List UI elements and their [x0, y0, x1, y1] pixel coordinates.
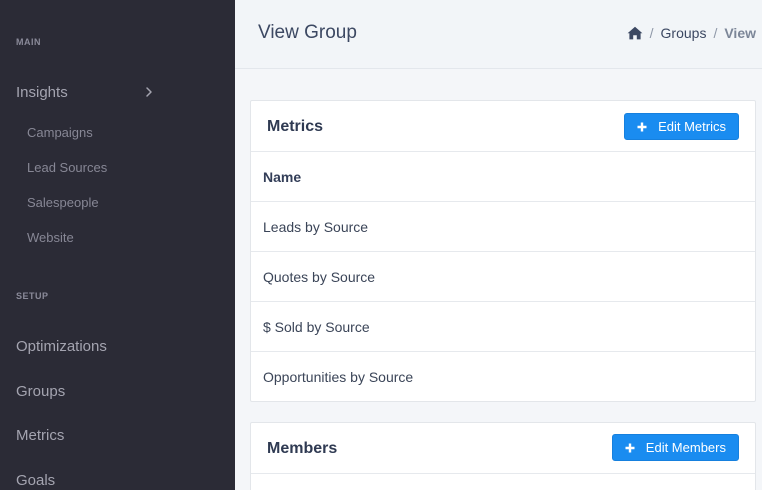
chevron-right-icon[interactable]	[143, 86, 155, 98]
sidebar-item-metrics[interactable]: Metrics	[16, 427, 64, 444]
sidebar-item-lead-sources[interactable]: Lead Sources	[27, 160, 107, 175]
sidebar-item-salespeople[interactable]: Salespeople	[27, 195, 99, 210]
page-title: View Group	[258, 22, 357, 43]
metrics-card-title: Metrics	[267, 118, 324, 135]
edit-members-label: Edit Members	[645, 440, 726, 455]
home-icon[interactable]	[627, 26, 643, 40]
table-row[interactable]: Opportunities by Source	[251, 351, 755, 401]
members-card: Members Edit Members	[250, 422, 756, 490]
breadcrumb-groups[interactable]: Groups	[661, 25, 707, 41]
sidebar-item-goals[interactable]: Goals	[16, 472, 55, 489]
edit-metrics-label: Edit Metrics	[658, 119, 726, 134]
sidebar: MAIN Insights Campaigns Lead Sources Sal…	[0, 0, 235, 490]
table-header-name: Name	[251, 151, 755, 201]
sidebar-item-website[interactable]: Website	[27, 230, 74, 245]
table-row[interactable]: $ Sold by Source	[251, 301, 755, 351]
table-row[interactable]: Leads by Source	[251, 201, 755, 251]
edit-members-button[interactable]: Edit Members	[611, 434, 739, 461]
sidebar-item-campaigns[interactable]: Campaigns	[27, 125, 93, 140]
page-header: View Group / Groups / View	[235, 0, 762, 69]
edit-metrics-button[interactable]: Edit Metrics	[624, 113, 739, 140]
breadcrumb-separator: /	[649, 25, 654, 41]
breadcrumb-separator: /	[713, 25, 718, 41]
breadcrumb-current: View	[724, 25, 756, 41]
sidebar-item-optimizations[interactable]: Optimizations	[16, 338, 107, 355]
sidebar-item-insights[interactable]: Insights	[16, 84, 68, 101]
section-label-main: MAIN	[16, 37, 41, 47]
sidebar-item-groups[interactable]: Groups	[16, 383, 65, 400]
plus-icon	[625, 443, 635, 452]
members-card-title: Members	[267, 440, 338, 457]
breadcrumb: / Groups / View	[627, 25, 756, 41]
main-content: View Group / Groups / View Metrics Edit …	[235, 0, 762, 490]
plus-icon	[637, 122, 647, 131]
section-label-setup: SETUP	[16, 291, 49, 301]
table-row[interactable]: Quotes by Source	[251, 251, 755, 301]
members-divider	[251, 473, 755, 490]
metrics-card: Metrics Edit Metrics Name Leads by Sourc…	[250, 100, 756, 402]
